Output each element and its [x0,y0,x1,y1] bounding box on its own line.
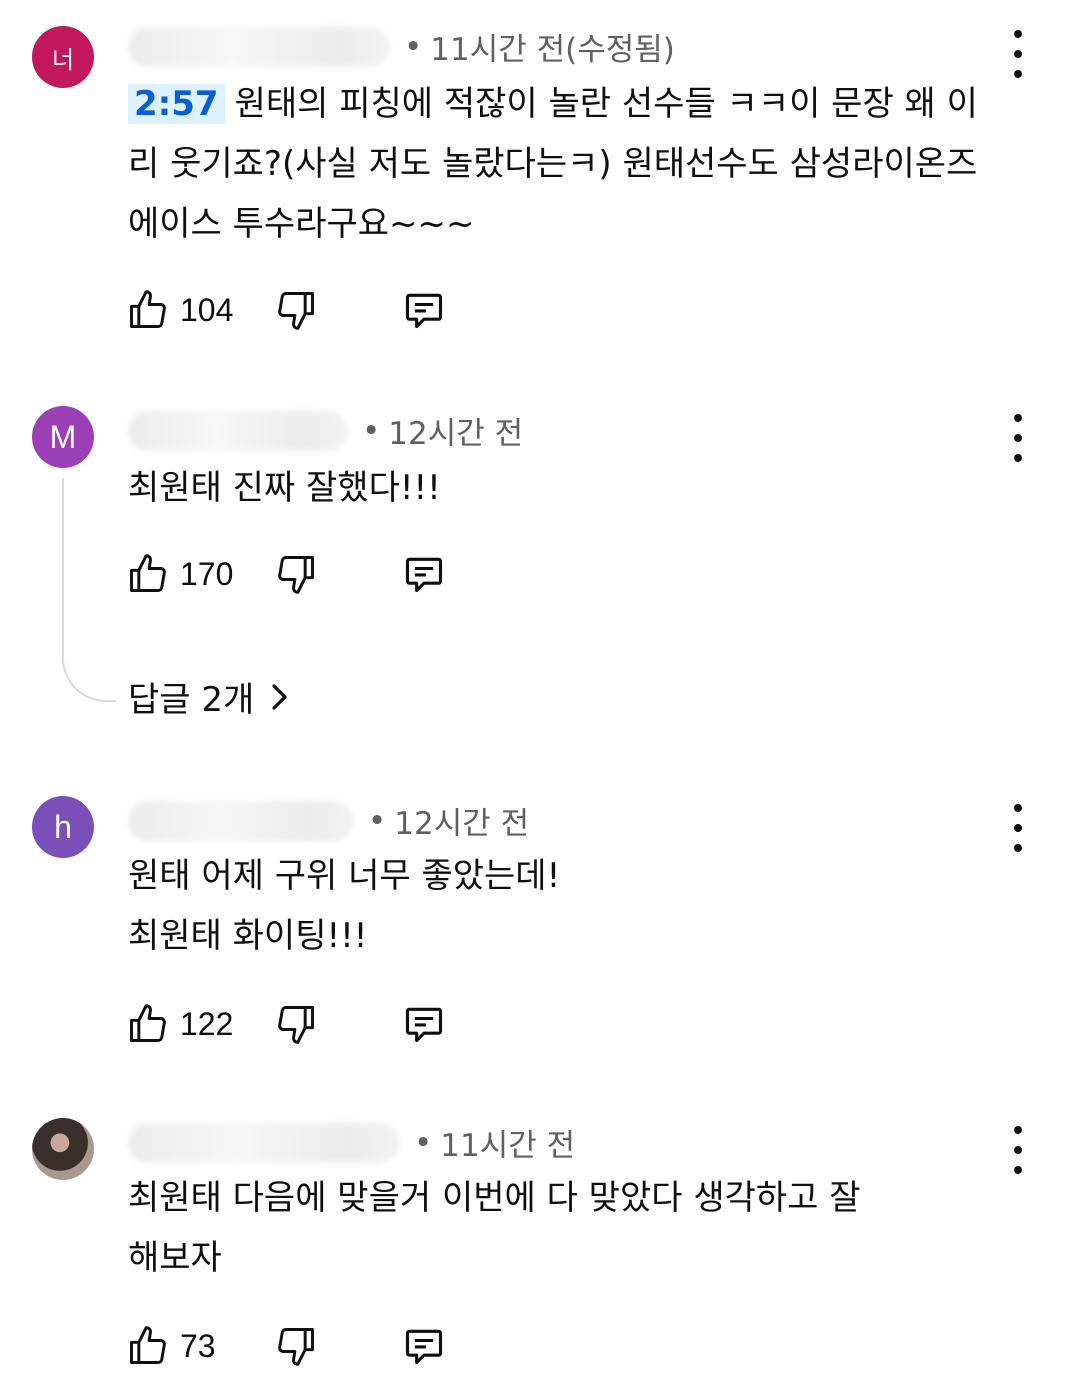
comment-time: 12시간 전 [388,416,524,452]
comment-meta: • 12시간 전 [128,408,523,453]
comment-actions: 122 [126,1002,466,1052]
view-replies-button[interactable]: 답글 2개 [128,672,290,721]
replies-label: 답글 2개 [128,680,255,720]
avatar[interactable]: M [32,406,94,468]
more-vert-icon[interactable] [1004,30,1032,78]
meta-separator: • [368,802,387,839]
comment-actions: 104 [126,288,466,338]
comment-meta: • 12시간 전 [128,798,529,843]
comment-text: 최원태 진짜 잘했다!!! [128,468,441,508]
meta-separator: • [414,1124,433,1161]
more-vert-icon[interactable] [1004,804,1032,852]
comment-icon[interactable] [402,288,446,332]
comment-text: 원태 어제 구위 너무 좋았는데! 최원태 화이팅!!! [128,856,561,956]
comment-body: 원태의 피칭에 적잖이 놀란 선수들 ㅋㅋ이 문장 왜 이리 웃기죠?(사실 저… [128,84,978,244]
thumbs-up-icon[interactable] [126,1002,170,1046]
thumbs-down-icon[interactable] [274,552,318,596]
author-name-redacted[interactable] [128,410,348,451]
comment-icon[interactable] [402,552,446,596]
thumbs-down-icon[interactable] [274,1324,318,1368]
author-name-redacted[interactable] [128,26,390,67]
like-count: 104 [180,292,234,328]
chevron-right-icon [272,683,287,710]
comment-time: 12시간 전 [394,806,530,842]
comment-time: 11시간 전 [440,1128,576,1164]
thumbs-up-icon[interactable] [126,1324,170,1368]
author-name-redacted[interactable] [128,800,354,841]
comment-text: 최원태 다음에 맞을거 이번에 다 맞았다 생각하고 잘해보자 [128,1178,861,1278]
avatar-photo[interactable] [32,1118,94,1180]
avatar[interactable]: 너 [32,26,94,88]
more-vert-icon[interactable] [1004,414,1032,462]
thread-line [62,478,116,702]
comment-time: 11시간 전(수정됨) [430,32,675,68]
meta-separator: • [362,412,381,449]
thumbs-up-icon[interactable] [126,288,170,332]
comment-actions: 73 [126,1324,466,1374]
like-count: 73 [180,1328,216,1364]
author-name-redacted[interactable] [128,1122,400,1163]
timestamp-link[interactable]: 2:57 [128,84,225,124]
thumbs-up-icon[interactable] [126,552,170,596]
like-count: 170 [180,556,234,592]
comment-meta: • 11시간 전(수정됨) [128,24,675,69]
like-count: 122 [180,1006,234,1042]
comment-icon[interactable] [402,1002,446,1046]
thumbs-down-icon[interactable] [274,288,318,332]
avatar[interactable]: h [32,796,94,858]
more-vert-icon[interactable] [1004,1126,1032,1174]
thumbs-down-icon[interactable] [274,1002,318,1046]
comment-icon[interactable] [402,1324,446,1368]
comment-text: 2:57 원태의 피칭에 적잖이 놀란 선수들 ㅋㅋ이 문장 왜 이리 웃기죠?(… [128,74,1000,254]
meta-separator: • [404,28,423,65]
comment-actions: 170 [126,552,466,602]
comment-meta: • 11시간 전 [128,1120,575,1165]
